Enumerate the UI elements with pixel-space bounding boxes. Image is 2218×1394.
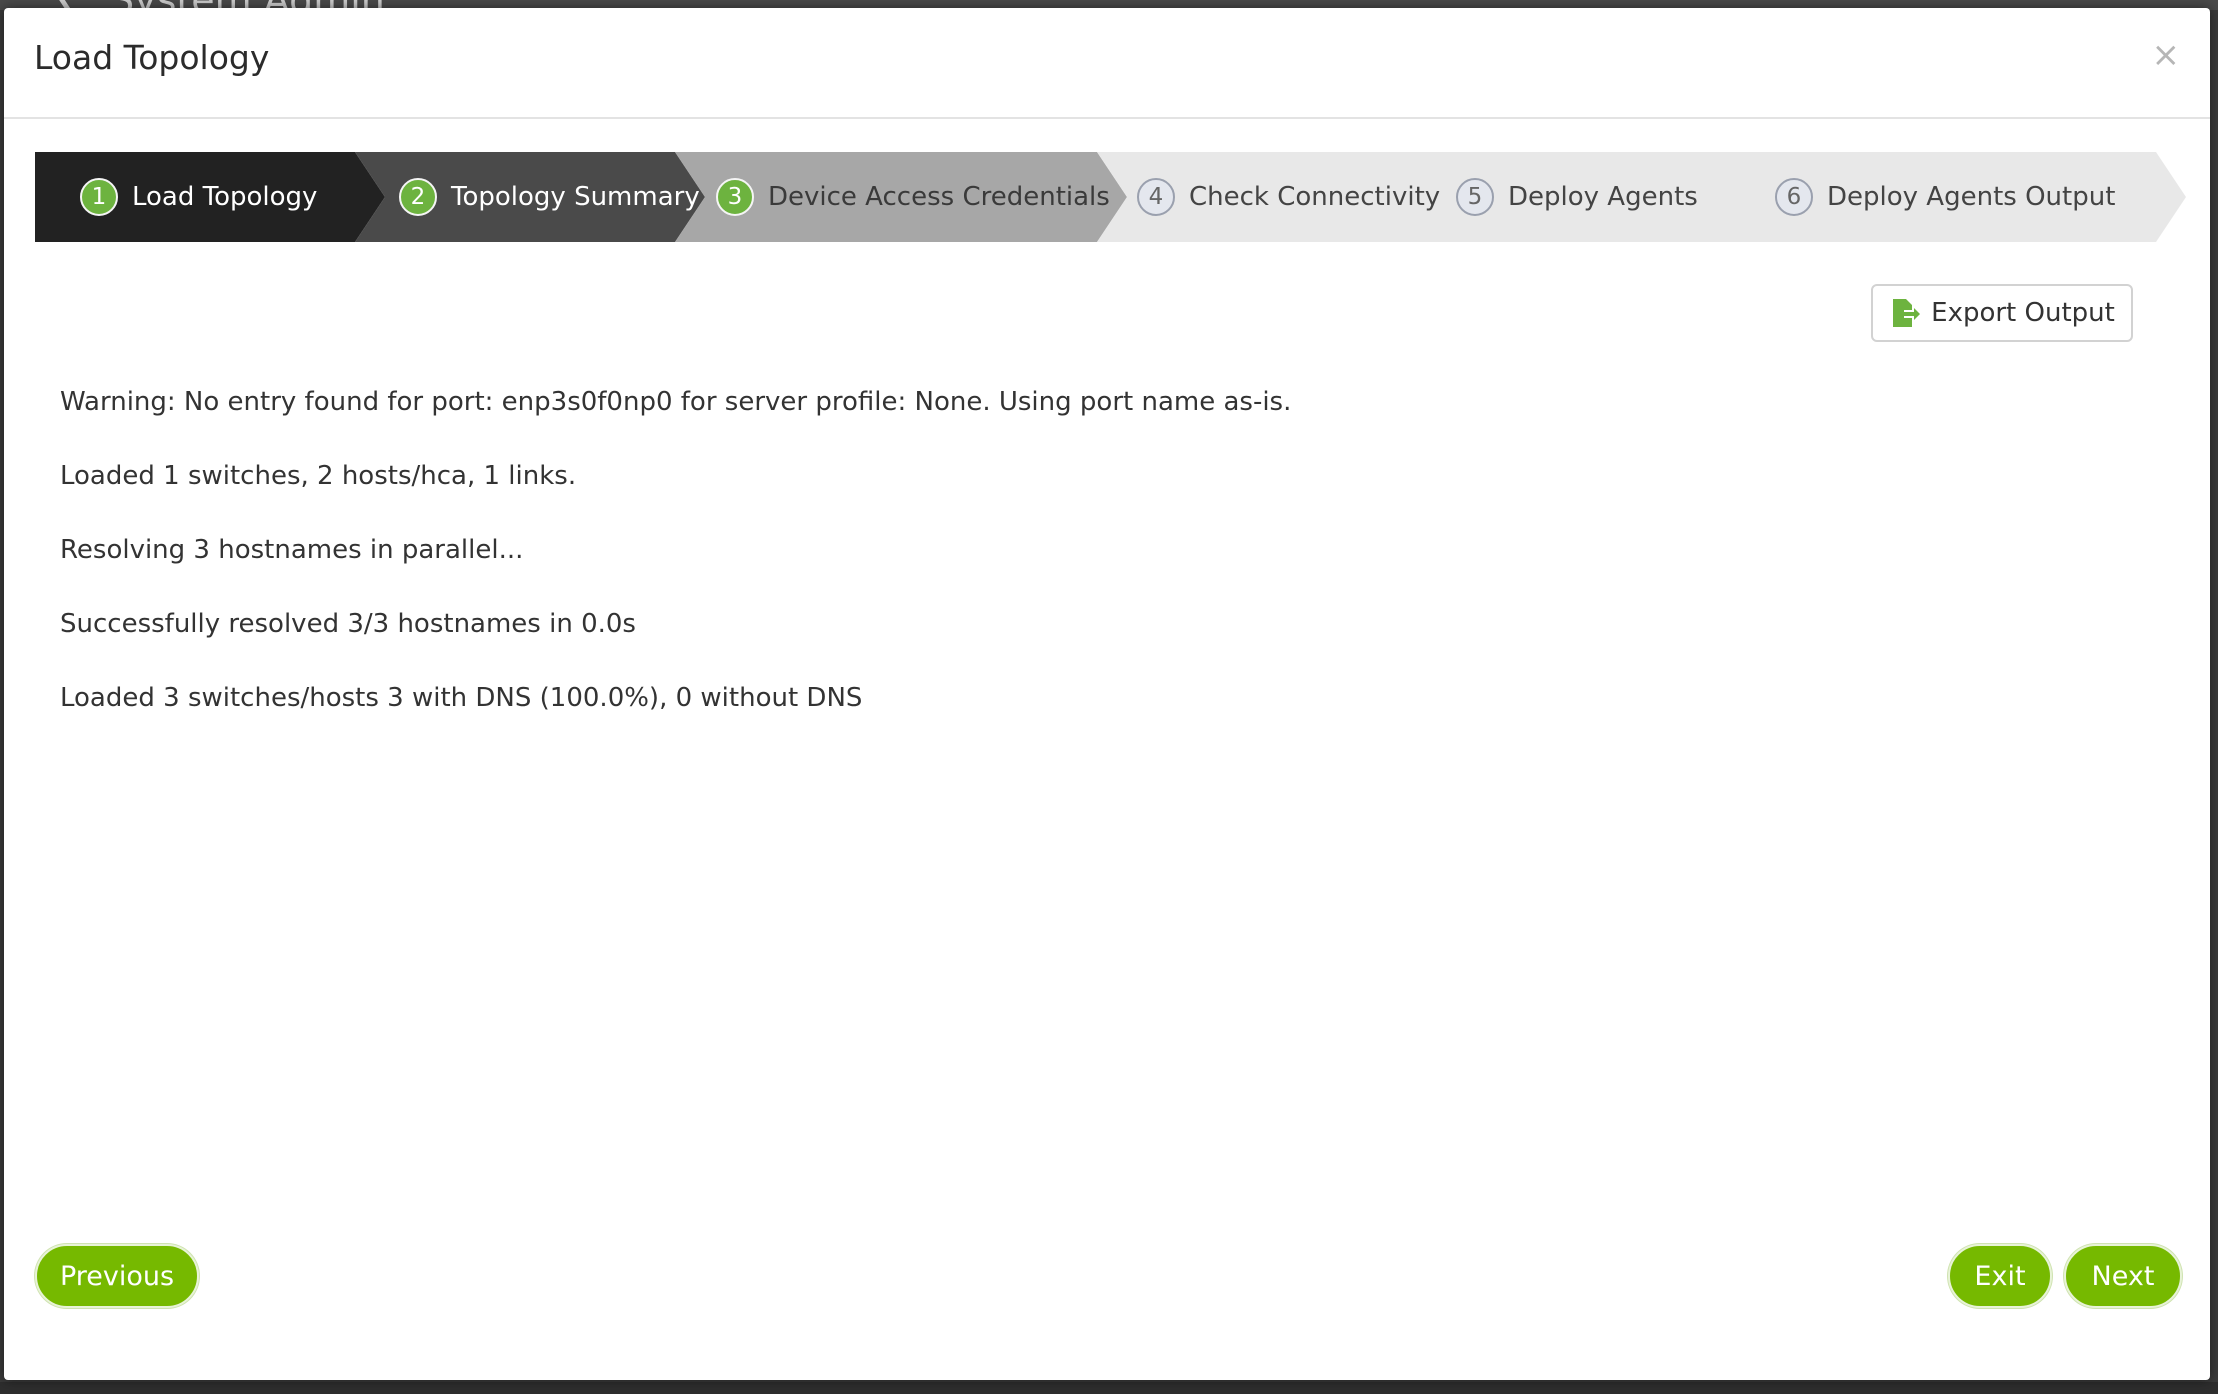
export-output-button[interactable]: Export Output (1871, 284, 2133, 342)
modal-title: Load Topology (34, 38, 270, 77)
step-1-label: Load Topology (132, 182, 318, 212)
output-log: Warning: No entry found for port: enp3s0… (60, 382, 2060, 752)
step-5-number: 5 (1456, 178, 1494, 216)
modal-header: Load Topology × (4, 8, 2210, 119)
step-3-label: Device Access Credentials (768, 182, 1110, 212)
step-deploy-agents-output[interactable]: 6 Deploy Agents Output (1775, 152, 2115, 242)
previous-button[interactable]: Previous (35, 1244, 199, 1308)
step-2-number: 2 (399, 178, 437, 216)
step-6-number: 6 (1775, 178, 1813, 216)
output-line: Loaded 3 switches/hosts 3 with DNS (100.… (60, 683, 863, 713)
step-deploy-agents[interactable]: 5 Deploy Agents (1456, 152, 1698, 242)
step-3-number: 3 (716, 178, 754, 216)
file-export-icon (1893, 299, 1921, 327)
step-topology-summary[interactable]: 2 Topology Summary (399, 152, 700, 242)
load-topology-modal: Load Topology × 1 Load Topology 2 Topolo… (4, 8, 2210, 1380)
export-output-label: Export Output (1931, 298, 2115, 328)
output-line: Successfully resolved 3/3 hostnames in 0… (60, 609, 636, 639)
step-2-label: Topology Summary (451, 182, 700, 212)
next-button[interactable]: Next (2064, 1244, 2182, 1308)
step-device-access-credentials[interactable]: 3 Device Access Credentials (716, 152, 1110, 242)
background-app-footer (0, 1382, 2218, 1394)
step-6-label: Deploy Agents Output (1827, 182, 2116, 212)
output-line: Warning: No entry found for port: enp3s0… (60, 387, 1292, 417)
wizard-stepper: 1 Load Topology 2 Topology Summary 3 Dev… (35, 152, 2186, 242)
exit-button[interactable]: Exit (1948, 1244, 2052, 1308)
output-line: Loaded 1 switches, 2 hosts/hca, 1 links. (60, 461, 577, 491)
step-check-connectivity[interactable]: 4 Check Connectivity (1137, 152, 1440, 242)
output-line: Resolving 3 hostnames in parallel... (60, 535, 524, 565)
step-1-number: 1 (80, 178, 118, 216)
step-4-number: 4 (1137, 178, 1175, 216)
step-load-topology[interactable]: 1 Load Topology (80, 152, 317, 242)
close-icon[interactable]: × (2152, 38, 2181, 72)
step-5-label: Deploy Agents (1508, 182, 1698, 212)
step-4-label: Check Connectivity (1189, 182, 1441, 212)
